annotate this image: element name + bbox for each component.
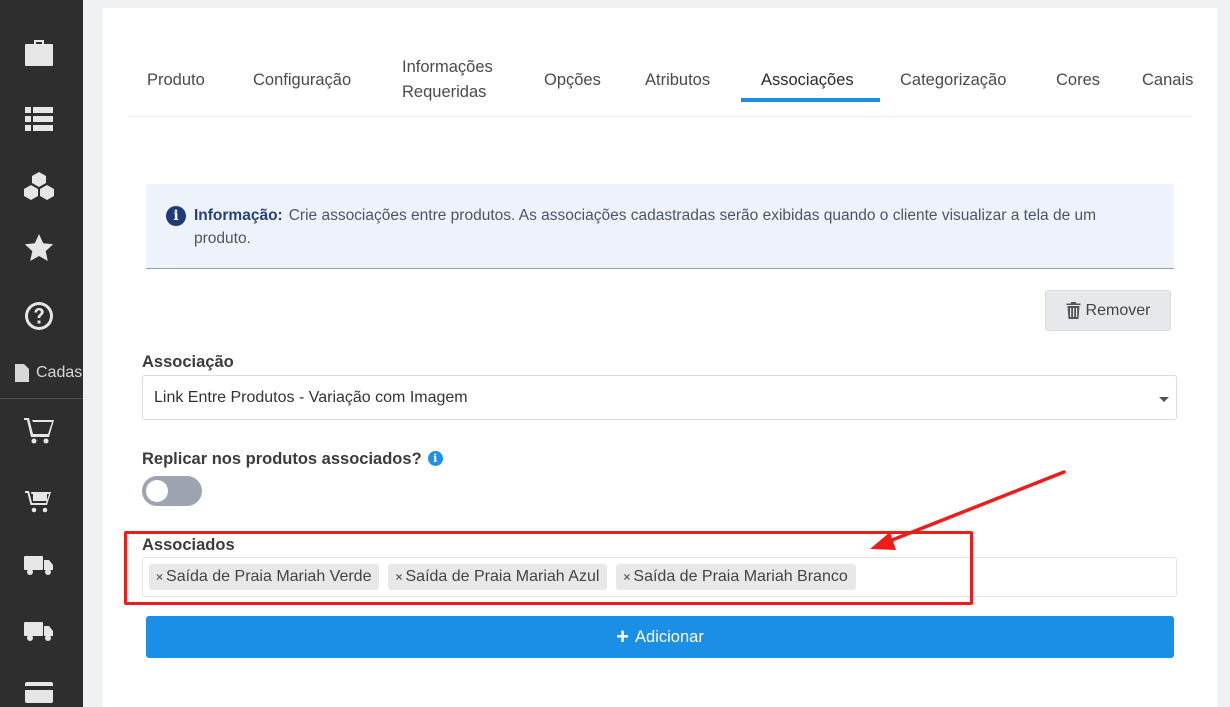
- sidebar-item-label: Cadas: [36, 364, 83, 381]
- tag-label: Saída de Praia Mariah Azul: [405, 568, 600, 585]
- remove-button[interactable]: Remover: [1045, 290, 1171, 331]
- tab-atributos[interactable]: Atributos: [645, 48, 710, 112]
- active-tab-indicator: [741, 98, 880, 102]
- truck-icon[interactable]: [0, 544, 83, 584]
- cart-icon[interactable]: [0, 480, 83, 520]
- star-icon[interactable]: [0, 228, 83, 268]
- plus-icon: +: [616, 624, 630, 649]
- tab-configuracao[interactable]: Configuração: [253, 48, 351, 112]
- tab-bar: Produto Configuração Informações Requeri…: [128, 48, 1193, 117]
- association-select[interactable]: Link Entre Produtos - Variação com Image…: [142, 375, 1177, 420]
- replicate-toggle[interactable]: [142, 476, 202, 506]
- sidebar-item-cadastros[interactable]: Cadas: [14, 362, 83, 384]
- tag-label: Saída de Praia Mariah Verde: [166, 568, 372, 585]
- association-label: Associação: [142, 353, 234, 371]
- tag-label: Saída de Praia Mariah Branco: [633, 568, 848, 585]
- association-selected-value: Link Entre Produtos - Variação com Image…: [154, 388, 468, 406]
- sidebar-divider: [0, 398, 83, 399]
- add-button-label: Adicionar: [635, 627, 704, 646]
- associated-tag[interactable]: × Saída de Praia Mariah Branco: [616, 564, 856, 590]
- associated-tag[interactable]: × Saída de Praia Mariah Verde: [149, 564, 380, 590]
- tab-opcoes[interactable]: Opções: [544, 48, 601, 112]
- caret-down-icon: [1159, 397, 1169, 402]
- replicate-label: Replicar nos produtos associados? i: [142, 450, 443, 469]
- remove-tag-icon[interactable]: ×: [156, 570, 163, 584]
- info-circle-icon[interactable]: i: [427, 451, 443, 466]
- remove-button-label: Remover: [1085, 301, 1151, 319]
- file-icon: [15, 364, 29, 382]
- toggle-knob: [146, 480, 168, 502]
- info-alert: i Informação: Crie associações entre prod…: [146, 184, 1174, 269]
- briefcase-icon[interactable]: [0, 32, 83, 72]
- delivery-truck-icon[interactable]: [0, 610, 83, 650]
- associated-label: Associados: [142, 536, 235, 554]
- credit-card-icon[interactable]: [0, 672, 83, 707]
- add-button[interactable]: + Adicionar: [146, 616, 1174, 658]
- sidebar: Cadas: [0, 0, 83, 707]
- remove-tag-icon[interactable]: ×: [395, 570, 402, 584]
- cubes-icon[interactable]: [0, 166, 83, 206]
- associated-tags-input[interactable]: × Saída de Praia Mariah Verde × Saída de P…: [142, 557, 1177, 597]
- trash-icon: [1066, 302, 1081, 319]
- replicate-label-text: Replicar nos produtos associados?: [142, 450, 422, 468]
- shopping-cart-icon[interactable]: [0, 410, 83, 450]
- tab-produto[interactable]: Produto: [147, 48, 205, 112]
- tab-canais[interactable]: Canais: [1142, 48, 1193, 112]
- tab-cores[interactable]: Cores: [1056, 48, 1100, 112]
- main-card: Produto Configuração Informações Requeri…: [103, 8, 1217, 707]
- tab-informacoes-requeridas[interactable]: Informações Requeridas: [402, 48, 522, 112]
- tab-categorizacao[interactable]: Categorização: [900, 48, 1006, 112]
- question-circle-icon[interactable]: [0, 296, 83, 336]
- tab-associacoes[interactable]: Associações: [761, 48, 854, 112]
- remove-tag-icon[interactable]: ×: [623, 570, 630, 584]
- info-title: Informação:: [194, 207, 283, 224]
- info-text: Crie associações entre produtos. As asso…: [194, 207, 1097, 247]
- info-icon: i: [166, 206, 186, 226]
- associated-tag[interactable]: × Saída de Praia Mariah Azul: [388, 564, 608, 590]
- list-icon[interactable]: [0, 99, 83, 139]
